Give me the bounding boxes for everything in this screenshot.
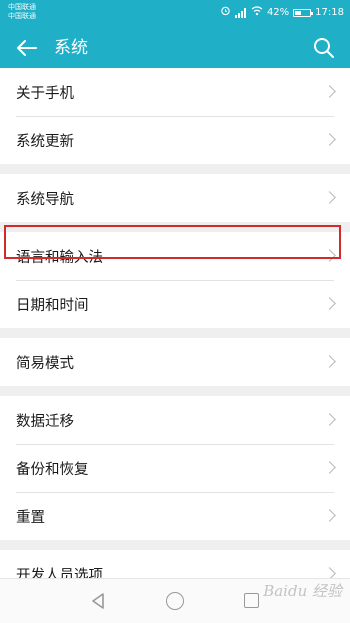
settings-item-label: 重置 bbox=[16, 509, 45, 526]
settings-group-3: 语言和输入法 日期和时间 bbox=[0, 232, 350, 328]
settings-group-2: 系统导航 bbox=[0, 174, 350, 222]
status-right: 42% 17:18 bbox=[220, 5, 344, 21]
settings-group-5: 数据迁移 备份和恢复 重置 bbox=[0, 396, 350, 540]
chevron-right-icon bbox=[323, 249, 336, 262]
settings-item-label: 备份和恢复 bbox=[16, 461, 89, 478]
settings-item-label: 系统更新 bbox=[16, 133, 74, 150]
settings-item-data-migration[interactable]: 数据迁移 bbox=[0, 396, 350, 444]
arrow-left-icon bbox=[17, 40, 37, 56]
settings-item-system-navigation[interactable]: 系统导航 bbox=[0, 174, 350, 222]
search-icon bbox=[314, 38, 334, 58]
settings-item-developer-options[interactable]: 开发人员选项 bbox=[0, 550, 350, 578]
carrier-1-label: 中国联通 bbox=[8, 3, 36, 11]
chevron-right-icon bbox=[323, 355, 336, 368]
back-button[interactable] bbox=[14, 36, 40, 60]
settings-list: 关于手机 系统更新 系统导航 语言和输入法 日期和时间 简易模式 数据迁移 备份… bbox=[0, 68, 350, 578]
battery-percent: 42% bbox=[266, 7, 290, 18]
signal-icon bbox=[234, 8, 247, 18]
watermark: Baidu 经验 bbox=[263, 582, 342, 600]
battery-icon bbox=[293, 9, 314, 17]
back-triangle-icon[interactable] bbox=[88, 591, 108, 611]
settings-item-label: 开发人员选项 bbox=[16, 567, 103, 579]
status-bar: 中国联通 中国联通 42% 17:18 bbox=[0, 0, 350, 28]
chevron-right-icon bbox=[323, 191, 336, 204]
chevron-right-icon bbox=[323, 509, 336, 522]
chevron-right-icon bbox=[323, 85, 336, 98]
page-title: 系统 bbox=[54, 38, 88, 58]
settings-item-label: 语言和输入法 bbox=[16, 249, 103, 266]
chevron-right-icon bbox=[323, 567, 336, 578]
chevron-right-icon bbox=[323, 461, 336, 474]
search-button[interactable] bbox=[312, 36, 336, 60]
app-bar: 系统 bbox=[0, 28, 350, 68]
settings-item-reset[interactable]: 重置 bbox=[0, 492, 350, 540]
chevron-right-icon bbox=[323, 297, 336, 310]
settings-group-1: 关于手机 系统更新 bbox=[0, 68, 350, 164]
settings-item-simple-mode[interactable]: 简易模式 bbox=[0, 338, 350, 386]
carrier-labels: 中国联通 中国联通 bbox=[8, 3, 36, 21]
settings-group-6: 开发人员选项 bbox=[0, 550, 350, 578]
settings-group-4: 简易模式 bbox=[0, 338, 350, 386]
settings-item-about-phone[interactable]: 关于手机 bbox=[0, 68, 350, 116]
wifi-icon bbox=[251, 5, 263, 21]
clock: 17:18 bbox=[315, 7, 344, 18]
settings-item-system-update[interactable]: 系统更新 bbox=[0, 116, 350, 164]
settings-item-label: 日期和时间 bbox=[16, 297, 89, 314]
recent-square-icon[interactable] bbox=[244, 593, 259, 608]
alarm-icon bbox=[220, 5, 231, 21]
settings-item-backup-restore[interactable]: 备份和恢复 bbox=[0, 444, 350, 492]
settings-item-date-time[interactable]: 日期和时间 bbox=[0, 280, 350, 328]
carrier-2-label: 中国联通 bbox=[8, 12, 36, 20]
settings-item-label: 简易模式 bbox=[16, 355, 74, 372]
settings-item-label: 关于手机 bbox=[16, 85, 74, 102]
battery-fill bbox=[295, 11, 302, 15]
settings-item-language-input[interactable]: 语言和输入法 bbox=[0, 232, 350, 280]
chevron-right-icon bbox=[323, 133, 336, 146]
settings-item-label: 数据迁移 bbox=[16, 413, 74, 430]
chevron-right-icon bbox=[323, 413, 336, 426]
home-circle-icon[interactable] bbox=[166, 592, 184, 610]
settings-item-label: 系统导航 bbox=[16, 191, 74, 208]
